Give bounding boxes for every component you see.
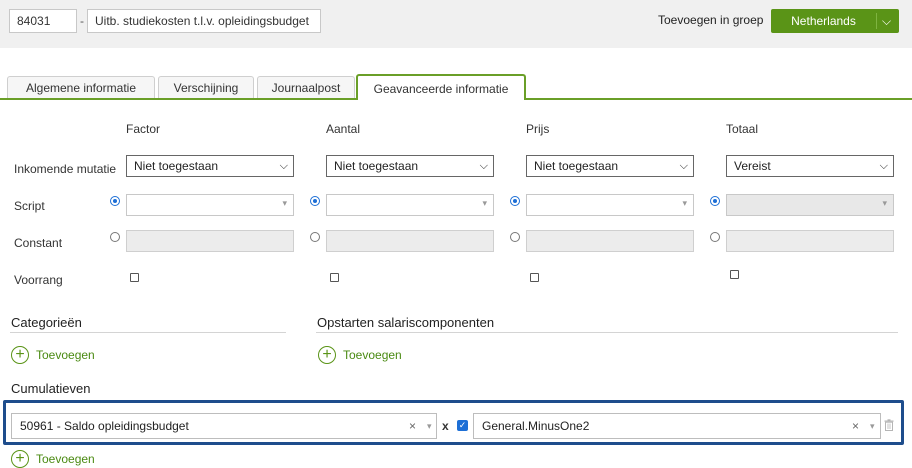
constant-amount-input[interactable]: [326, 230, 494, 252]
add-category-button[interactable]: + Toevoegen: [11, 346, 101, 366]
tab-general-info[interactable]: Algemene informatie: [7, 76, 155, 98]
cumulative-formula-select[interactable]: General.MinusOne2 × ▾: [473, 413, 881, 439]
add-label: Toevoegen: [343, 348, 402, 362]
column-header-factor: Factor: [126, 122, 161, 136]
incoming-price-select[interactable]: Niet toegestaan ⌵: [526, 155, 694, 177]
caret-down-icon: ▾: [427, 421, 432, 431]
select-value: 50961 - Saldo opleidingsbudget: [20, 419, 189, 433]
group-select-button[interactable]: Netherlands ⌵: [771, 9, 899, 33]
script-total-combo: ▾: [726, 194, 894, 216]
caret-down-icon: ▾: [882, 198, 887, 208]
categories-title: Categorieën: [11, 315, 82, 330]
script-amount-combo[interactable]: ▾: [326, 194, 494, 216]
chevron-down-icon: ⌵: [679, 160, 688, 172]
multiply-sign: x: [442, 419, 449, 433]
description-field[interactable]: Uitb. studiekosten t.l.v. opleidingsbudg…: [87, 9, 321, 33]
plus-circle-icon: +: [318, 346, 336, 364]
chevron-down-icon: ⌵: [882, 14, 892, 28]
group-button-label: Netherlands: [791, 14, 856, 28]
select-value: General.MinusOne2: [482, 419, 590, 433]
incoming-total-select[interactable]: Vereist ⌵: [726, 155, 894, 177]
code-separator: -: [80, 14, 84, 28]
add-startup-component-button[interactable]: + Toevoegen: [318, 346, 408, 366]
constant-price-radio[interactable]: [510, 232, 520, 242]
code-field[interactable]: 84031: [9, 9, 77, 33]
row-label-script: Script: [14, 199, 45, 213]
cumulative-component-select[interactable]: 50961 - Saldo opleidingsbudget × ▾: [11, 413, 437, 439]
tab-advanced-info[interactable]: Geavanceerde informatie: [356, 74, 526, 100]
constant-total-radio[interactable]: [710, 232, 720, 242]
script-factor-combo[interactable]: ▾: [126, 194, 294, 216]
categories-divider: [10, 332, 286, 333]
chevron-down-icon: ⌵: [879, 160, 888, 172]
constant-amount-radio[interactable]: [310, 232, 320, 242]
plus-circle-icon: +: [11, 346, 29, 364]
trash-icon[interactable]: [884, 419, 894, 431]
select-value: Vereist: [734, 159, 771, 173]
row-label-constant: Constant: [14, 236, 63, 250]
incoming-factor-select[interactable]: Niet toegestaan ⌵: [126, 155, 294, 177]
caret-down-icon: ▾: [682, 198, 687, 208]
column-header-amount: Aantal: [326, 122, 361, 136]
script-price-combo[interactable]: ▾: [526, 194, 694, 216]
constant-factor-radio[interactable]: [110, 232, 120, 242]
caret-down-icon: ▾: [282, 198, 287, 208]
script-price-radio[interactable]: [510, 196, 520, 206]
select-value: Niet toegestaan: [534, 159, 619, 173]
chevron-down-icon: ⌵: [479, 160, 488, 172]
caret-down-icon: ▾: [870, 421, 875, 431]
priority-amount-checkbox[interactable]: [330, 273, 339, 282]
tab-journal-entry[interactable]: Journaalpost: [257, 76, 355, 98]
column-header-price: Prijs: [526, 122, 550, 136]
startup-divider: [316, 332, 898, 333]
script-amount-radio[interactable]: [310, 196, 320, 206]
add-label: Toevoegen: [36, 348, 95, 362]
caret-down-icon: ▾: [482, 198, 487, 208]
priority-price-checkbox[interactable]: [530, 273, 539, 282]
priority-total-checkbox[interactable]: [730, 270, 739, 279]
tab-appearance[interactable]: Verschijning: [158, 76, 254, 98]
constant-factor-input[interactable]: [126, 230, 294, 252]
add-label: Toevoegen: [36, 452, 95, 466]
row-label-priority: Voorrang: [14, 273, 63, 287]
priority-factor-checkbox[interactable]: [130, 273, 139, 282]
cumulatives-title: Cumulatieven: [11, 381, 91, 396]
button-divider: [876, 13, 877, 29]
row-label-incoming: Inkomende mutatie: [14, 162, 117, 176]
add-cumulative-button[interactable]: + Toevoegen: [11, 450, 101, 468]
script-total-radio[interactable]: [710, 196, 720, 206]
constant-total-input[interactable]: [726, 230, 894, 252]
plus-circle-icon: +: [11, 450, 29, 468]
constant-price-input[interactable]: [526, 230, 694, 252]
select-value: Niet toegestaan: [134, 159, 219, 173]
script-factor-radio[interactable]: [110, 196, 120, 206]
incoming-amount-select[interactable]: Niet toegestaan ⌵: [326, 155, 494, 177]
startup-components-title: Opstarten salariscomponenten: [317, 315, 495, 330]
select-value: Niet toegestaan: [334, 159, 419, 173]
cumulative-enabled-checkbox[interactable]: ✓: [457, 420, 468, 431]
clear-icon[interactable]: ×: [409, 414, 416, 438]
group-label: Toevoegen in groep: [658, 13, 764, 27]
clear-icon[interactable]: ×: [852, 414, 859, 438]
chevron-down-icon: ⌵: [279, 160, 288, 172]
column-header-total: Totaal: [726, 122, 759, 136]
